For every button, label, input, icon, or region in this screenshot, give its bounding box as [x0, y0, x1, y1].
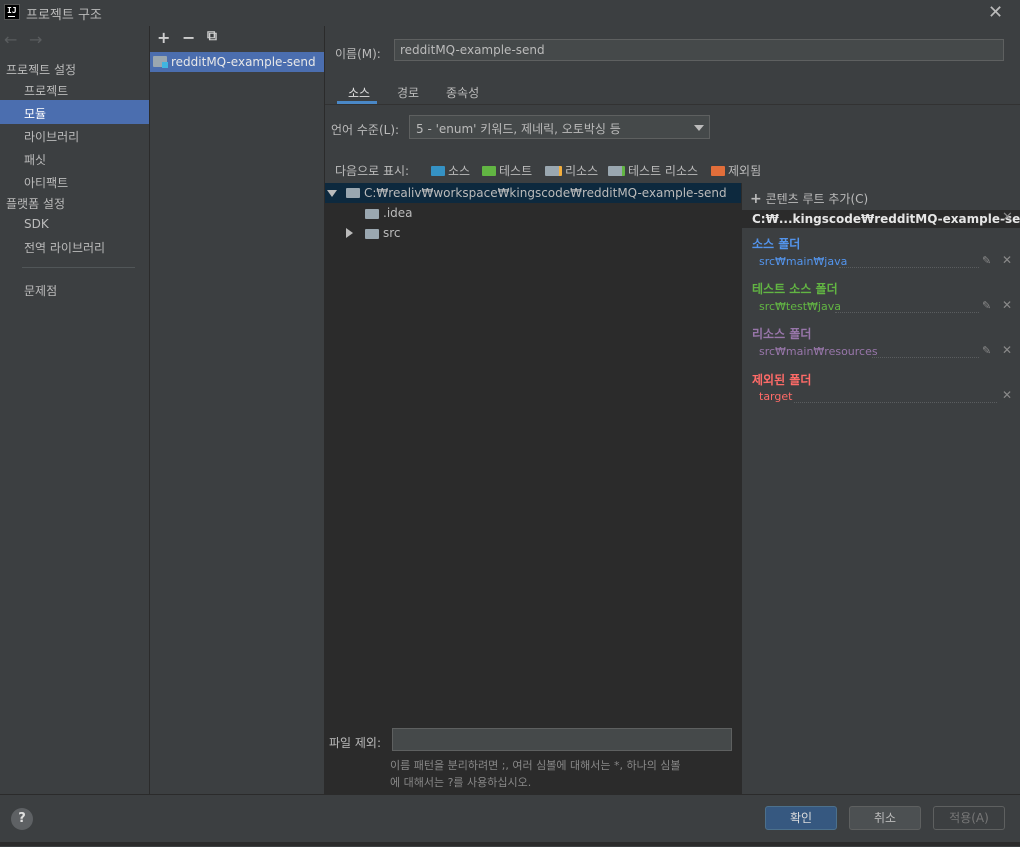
tree-item-idea[interactable]: .idea — [383, 206, 413, 220]
tab-sources[interactable]: 소스 — [348, 84, 370, 101]
test-source-folder-path: src₩test₩java — [759, 300, 841, 313]
exclude-hint-line2: 에 대해서는 ?를 사용하십시오. — [390, 776, 532, 789]
tests-folder-icon — [482, 165, 496, 176]
expand-arrow-icon[interactable] — [327, 190, 337, 197]
dropdown-arrow-icon — [694, 125, 704, 131]
remove-folder-icon[interactable]: ✕ — [1002, 343, 1012, 357]
nav-header-platform-settings: 플랫폼 설정 — [6, 197, 66, 211]
sources-folder-icon — [431, 165, 445, 176]
nav-header-project-settings: 프로젝트 설정 — [6, 63, 77, 77]
excluded-folder-path: target — [759, 390, 793, 403]
excluded-folders-header: 제외된 폴더 — [752, 373, 812, 387]
module-item-label: redditMQ-example-send — [171, 55, 316, 69]
dotted-leader — [839, 267, 979, 268]
mark-as-resources-button[interactable]: 리소스 — [545, 162, 598, 179]
mark-as-excluded-label: 제외됨 — [728, 164, 762, 178]
ok-button[interactable]: 확인 — [765, 806, 837, 830]
test-resources-folder-icon — [608, 165, 625, 176]
module-list-panel: + − ⧉ redditMQ-example-send — [150, 26, 325, 794]
language-level-label: 언어 수준(L): — [331, 123, 400, 137]
nav-selection-highlight — [0, 100, 149, 124]
tab-paths[interactable]: 경로 — [397, 84, 419, 101]
tree-root-label: C:₩realiv₩workspace₩kingscode₩redditMQ-e… — [364, 186, 727, 200]
nav-item-sdk[interactable]: SDK — [24, 217, 49, 231]
nav-separator — [22, 267, 135, 268]
mark-as-sources-button[interactable]: 소스 — [431, 162, 470, 179]
mark-as-sources-label: 소스 — [448, 164, 471, 178]
help-button[interactable]: ? — [11, 808, 33, 830]
title-bar: IJ 프로젝트 구조 ✕ — [0, 0, 1020, 26]
tab-dependencies[interactable]: 종속성 — [446, 84, 479, 101]
mark-as-tests-button[interactable]: 테스트 — [482, 162, 532, 179]
forward-arrow-icon[interactable]: → — [29, 30, 42, 49]
module-settings-panel: 이름(M): 소스 경로 종속성 언어 수준(L): 5 - 'enum' 키워… — [325, 26, 1020, 794]
resources-folder-icon — [545, 165, 562, 176]
name-label: 이름(M): — [335, 47, 381, 61]
add-content-root-label: 콘텐츠 루트 추가(C) — [765, 192, 869, 206]
mark-as-label: 다음으로 표시: — [335, 164, 410, 178]
content-root-path: C:₩...kingscode₩redditMQ-example-send — [752, 212, 1020, 226]
remove-folder-icon[interactable]: ✕ — [1002, 298, 1012, 312]
add-icon[interactable]: + — [157, 28, 170, 47]
copy-icon[interactable]: ⧉ — [207, 28, 217, 44]
source-folders-header: 소스 폴더 — [752, 237, 801, 251]
folder-icon — [346, 188, 360, 198]
nav-item-libraries[interactable]: 라이브러리 — [24, 128, 79, 145]
dotted-leader — [794, 402, 997, 403]
exclude-files-label: 파일 제외: — [329, 736, 382, 750]
window-title: 프로젝트 구조 — [26, 8, 102, 23]
bottom-border — [0, 842, 1020, 846]
test-source-folders-header: 테스트 소스 폴더 — [752, 282, 838, 296]
nav-item-modules[interactable]: 모듈 — [24, 105, 46, 122]
collapse-arrow-icon[interactable] — [346, 228, 353, 238]
resource-folders-header: 리소스 폴더 — [752, 327, 812, 341]
content-root-header: C:₩...kingscode₩redditMQ-example-send ✕ — [742, 210, 1020, 228]
add-content-root-button[interactable]: + 콘텐츠 루트 추가(C) — [750, 190, 868, 207]
back-arrow-icon[interactable]: ← — [4, 30, 17, 49]
nav-item-problems[interactable]: 문제점 — [24, 282, 57, 299]
exclude-hint-line1: 이름 패턴을 분리하려면 ;, 여러 심볼에 대해서는 *, 하나의 심볼 — [390, 759, 681, 772]
excluded-folder-icon — [711, 165, 725, 176]
nav-item-facets[interactable]: 패싯 — [24, 151, 46, 168]
edit-pencil-icon[interactable]: ✎ — [982, 299, 991, 312]
nav-item-global-libraries[interactable]: 전역 라이브러리 — [24, 239, 105, 256]
add-icon: + — [750, 191, 762, 207]
settings-nav: ← → 프로젝트 설정 프로젝트 모듈 라이브러리 패싯 아티팩트 플랫폼 설정… — [0, 26, 150, 794]
language-level-value: 5 - 'enum' 키워드, 제네릭, 오토박싱 등 — [416, 122, 621, 136]
remove-root-icon[interactable]: ✕ — [1002, 210, 1013, 225]
remove-folder-icon[interactable]: ✕ — [1002, 388, 1012, 402]
app-icon-text: IJ — [7, 6, 17, 15]
content-root-panel: + 콘텐츠 루트 추가(C) C:₩...kingscode₩redditMQ-… — [741, 183, 1020, 794]
dotted-leader — [835, 312, 979, 313]
dotted-leader — [872, 357, 979, 358]
exclude-files-input[interactable] — [392, 728, 732, 751]
source-folder-path: src₩main₩java — [759, 255, 848, 268]
mark-as-test-resources-label: 테스트 리소스 — [628, 164, 699, 178]
remove-icon[interactable]: − — [182, 28, 195, 47]
mark-as-test-resources-button[interactable]: 테스트 리소스 — [608, 162, 698, 179]
dialog-footer: ? 확인 취소 적용(A) — [0, 794, 1020, 847]
mark-as-resources-label: 리소스 — [565, 164, 599, 178]
cancel-button[interactable]: 취소 — [849, 806, 921, 830]
tab-divider — [325, 104, 1020, 105]
intellij-app-icon: IJ — [4, 4, 20, 20]
edit-pencil-icon[interactable]: ✎ — [982, 254, 991, 267]
tree-item-src[interactable]: src — [383, 226, 401, 240]
remove-folder-icon[interactable]: ✕ — [1002, 253, 1012, 267]
close-icon[interactable]: ✕ — [988, 2, 1003, 23]
module-folder-icon — [153, 56, 168, 68]
nav-item-project[interactable]: 프로젝트 — [24, 82, 68, 99]
mark-as-tests-label: 테스트 — [499, 164, 533, 178]
resource-folder-path: src₩main₩resources — [759, 345, 878, 358]
folder-icon — [365, 209, 379, 219]
language-level-select[interactable]: 5 - 'enum' 키워드, 제네릭, 오토박싱 등 — [409, 115, 710, 139]
nav-item-artifacts[interactable]: 아티팩트 — [24, 174, 68, 191]
module-name-input[interactable] — [394, 39, 1004, 61]
content-tree: C:₩realiv₩workspace₩kingscode₩redditMQ-e… — [325, 183, 741, 794]
apply-button[interactable]: 적용(A) — [933, 806, 1005, 830]
folder-icon — [365, 229, 379, 239]
mark-as-excluded-button[interactable]: 제외됨 — [711, 162, 761, 179]
edit-pencil-icon[interactable]: ✎ — [982, 344, 991, 357]
